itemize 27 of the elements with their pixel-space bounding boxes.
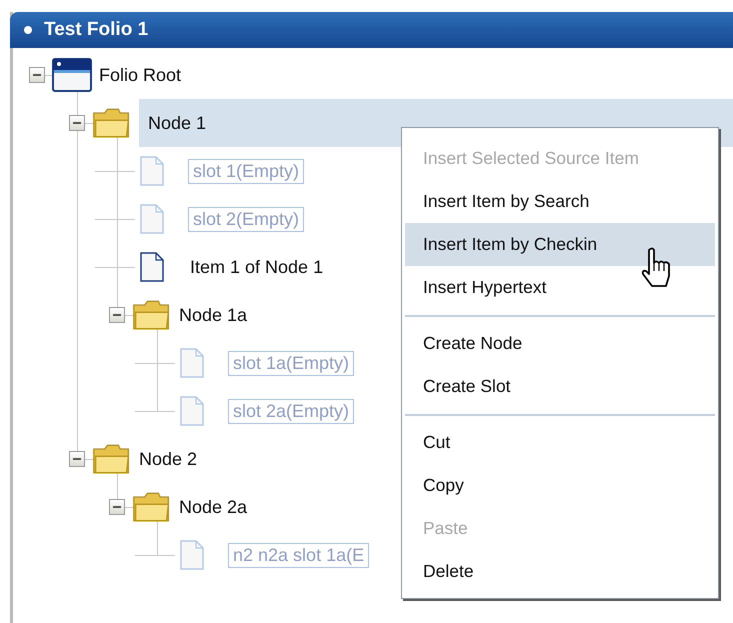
menu-item[interactable]: Insert Item by Checkin: [405, 223, 715, 266]
menu-item[interactable]: Insert Item by Search: [405, 180, 715, 223]
menu-item[interactable]: Delete: [405, 550, 715, 593]
collapse-toggle[interactable]: [109, 499, 125, 515]
document-icon: [140, 252, 164, 282]
collapse-toggle[interactable]: [69, 115, 85, 131]
collapse-toggle[interactable]: [109, 307, 125, 323]
folder-icon: [132, 490, 172, 524]
menu-item[interactable]: Cut: [405, 421, 715, 464]
document-icon: [180, 348, 204, 378]
window-title: Test Folio 1: [44, 19, 148, 41]
menu-item[interactable]: Copy: [405, 464, 715, 507]
menu-item[interactable]: Create Slot: [405, 365, 715, 408]
document-icon: [140, 204, 164, 234]
collapse-toggle[interactable]: [69, 451, 85, 467]
document-icon: [180, 396, 204, 426]
node-label[interactable]: Folio Root: [99, 51, 733, 99]
menu-item[interactable]: Create Node: [405, 322, 715, 365]
folder-icon: [132, 298, 172, 332]
collapse-toggle[interactable]: [29, 67, 45, 83]
dot-icon: [24, 26, 32, 34]
document-icon: [140, 156, 164, 186]
folder-icon: [92, 442, 132, 476]
window-icon: [52, 58, 92, 92]
folder-icon: [92, 106, 132, 140]
document-icon: [180, 540, 204, 570]
menu-item[interactable]: Insert Hypertext: [405, 266, 715, 309]
